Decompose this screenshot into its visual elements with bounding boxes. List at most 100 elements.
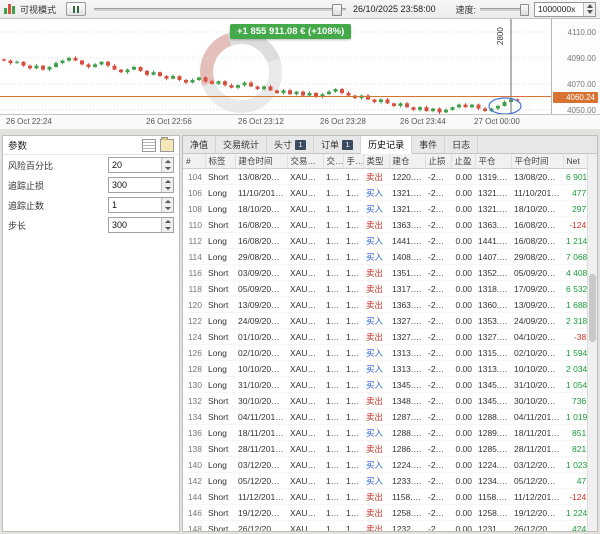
tab-1[interactable]: 交易统计 xyxy=(216,136,268,153)
table-row[interactable]: 116Short03/09/2019 11:20:00XAUUSD10.0010… xyxy=(183,264,597,281)
column-header[interactable]: 交易品种 xyxy=(287,154,324,169)
param-label: 风险百分比 xyxy=(8,160,54,171)
column-header[interactable]: 止盈 xyxy=(451,154,476,169)
table-row[interactable]: 106Long11/10/2019 09:15:00XAUUSD10.0010.… xyxy=(183,184,597,201)
table-row[interactable]: 142Long05/12/2019 13:45:00XAUUSD10.0010.… xyxy=(183,472,597,489)
price-chart-panel[interactable]: +1 855 911.08 € (+108%) 2800 4110.00 4090… xyxy=(0,17,600,129)
param-value[interactable]: 20 xyxy=(109,160,161,170)
param-label: 追踪止数 xyxy=(8,200,45,211)
param-value[interactable]: 1 xyxy=(109,200,161,210)
folder-icon[interactable] xyxy=(160,136,174,152)
table-row[interactable]: 130Long31/10/2019 09:00:00XAUUSD10.0010.… xyxy=(183,376,597,393)
table-row[interactable]: 126Long02/10/2019 14:15:00XAUUSD10.0010.… xyxy=(183,344,597,361)
tab-6[interactable]: 日志 xyxy=(445,136,479,153)
price-axis: 4110.00 4090.00 4070.00 4050.00 4060.24 xyxy=(551,19,600,115)
table-row[interactable]: 144Short11/12/2019 09:05:00XAUUSD10.0010… xyxy=(183,488,597,505)
bar-index-label: 2800 xyxy=(496,27,505,45)
param-label: 追踪止损 xyxy=(8,180,45,191)
price-tick-label: 4070.00 xyxy=(567,79,596,89)
table-row[interactable]: 136Long18/11/2019 09:50:00XAUUSD10.0010.… xyxy=(183,424,597,441)
time-tick-label: 26 Oct 22:24 xyxy=(6,117,52,126)
stepper-down-icon[interactable] xyxy=(162,205,173,212)
table-row[interactable]: 148Short26/12/2019 11:30:00XAUUSD10.0010… xyxy=(183,520,597,531)
param-stepper-1[interactable]: 300 xyxy=(108,177,174,193)
profit-badge: +1 855 911.08 € (+108%) xyxy=(230,24,352,39)
table-row[interactable]: 134Short04/11/2019 11:10:00XAUUSD10.0010… xyxy=(183,408,597,425)
column-header[interactable]: 标签 xyxy=(205,154,236,169)
tab-3[interactable]: 订单 1 xyxy=(314,136,362,153)
column-header[interactable]: 平仓 xyxy=(475,154,512,169)
results-panel: 净值交易统计头寸1订单1历史记录事件 日志 #标签建仓时间交易品种交易量手数类型建… xyxy=(182,135,598,532)
speed-label: 速度: xyxy=(455,4,476,15)
stepper-up-icon[interactable] xyxy=(162,218,173,225)
speed-spinner[interactable]: 1000000x xyxy=(534,1,596,17)
grid-icon[interactable] xyxy=(142,138,156,152)
table-row[interactable]: 114Long29/08/2019 08:00:00XAUUSD10.0010.… xyxy=(183,248,597,265)
table-row[interactable]: 146Short19/12/2019 10:40:00XAUUSD10.0010… xyxy=(183,504,597,521)
table-row[interactable]: 112Long16/08/2019 15:45:00XAUUSD10.0010.… xyxy=(183,232,597,249)
param-stepper-3[interactable]: 300 xyxy=(108,217,174,233)
column-header[interactable]: 交易量 xyxy=(323,154,344,169)
tab-0[interactable]: 净值 xyxy=(183,136,217,153)
stepper-down-icon[interactable] xyxy=(162,185,173,192)
table-row[interactable]: 124Short01/10/2019 12:40:00XAUUSD10.0010… xyxy=(183,328,597,345)
speed-thumb[interactable] xyxy=(520,4,529,16)
table-row[interactable]: 132Short30/10/2019 15:30:00XAUUSD10.0010… xyxy=(183,392,597,409)
workspace: 参数 风险百分比 20 追踪止损 300 追踪止数 1 步长 300 净值 交易统计 头寸 1 订单 1… xyxy=(0,129,600,534)
table-row[interactable]: 138Short28/11/2019 10:20:00XAUUSD10.0010… xyxy=(183,440,597,457)
column-header[interactable]: 平仓时间 xyxy=(511,154,564,169)
price-tick-label: 4110.00 xyxy=(567,27,596,37)
tab-label: 事件 xyxy=(419,140,438,150)
stepper-down-icon[interactable] xyxy=(162,165,173,172)
table-row[interactable]: 120Short13/09/2019 09:30:00XAUUSD10.0010… xyxy=(183,296,597,313)
time-tick-label: 26 Oct 23:12 xyxy=(238,117,284,126)
param-stepper-0[interactable]: 20 xyxy=(108,157,174,173)
visual-mode-label: 可视模式 xyxy=(20,4,57,15)
stepper-down-icon[interactable] xyxy=(162,225,173,232)
param-row: 追踪止数 1 xyxy=(3,195,179,215)
column-header[interactable]: 手数 xyxy=(343,154,364,169)
table-row[interactable]: 122Long24/09/2019 10:00:00XAUUSD10.0010.… xyxy=(183,312,597,329)
scrollbar-thumb[interactable] xyxy=(589,274,596,342)
param-stepper-2[interactable]: 1 xyxy=(108,197,174,213)
tab-label: 净值 xyxy=(190,140,209,150)
table-row[interactable]: 110Short16/08/2019 10:30:00XAUUSD10.0010… xyxy=(183,216,597,233)
tab-label: 头寸 xyxy=(274,140,293,150)
table-row[interactable]: 140Long03/12/2019 08:30:00XAUUSD10.0010.… xyxy=(183,456,597,473)
speed-slider[interactable] xyxy=(480,3,529,16)
column-header[interactable]: 建仓 xyxy=(389,154,426,169)
vertical-scrollbar[interactable] xyxy=(587,154,597,531)
param-value[interactable]: 300 xyxy=(109,220,161,230)
progress-slider[interactable] xyxy=(94,3,347,16)
tab-4[interactable]: 历史记录 xyxy=(361,136,413,154)
tab-label: 订单 xyxy=(321,140,340,150)
column-header[interactable]: 类型 xyxy=(363,154,390,169)
column-header[interactable]: 建仓时间 xyxy=(235,154,288,169)
table-row[interactable]: 108Long18/10/2019 14:00:00XAUUSD10.0010.… xyxy=(183,200,597,217)
time-tick-label: 26 Oct 22:56 xyxy=(146,117,192,126)
spin-down-icon[interactable] xyxy=(584,9,595,16)
tab-label: 日志 xyxy=(452,140,471,150)
progress-groove xyxy=(94,8,347,11)
stepper-up-icon[interactable] xyxy=(162,158,173,165)
param-label: 步长 xyxy=(8,220,27,231)
table-row[interactable]: 118Short05/09/2019 16:10:00XAUUSD10.0010… xyxy=(183,280,597,297)
param-value[interactable]: 300 xyxy=(109,180,161,190)
progress-thumb[interactable] xyxy=(332,4,343,16)
time-tick-label: 26 Oct 23:28 xyxy=(320,117,366,126)
parameters-panel: 参数 风险百分比 20 追踪止损 300 追踪止数 1 步长 300 xyxy=(2,135,180,532)
stepper-up-icon[interactable] xyxy=(162,178,173,185)
stepper-up-icon[interactable] xyxy=(162,198,173,205)
param-row: 步长 300 xyxy=(3,215,179,235)
strategy-tester-window: 可视模式 26/10/2025 23:58:00 速度: 1000000x +1… xyxy=(0,0,600,533)
column-header[interactable]: # xyxy=(183,154,206,169)
column-header[interactable]: 止损 xyxy=(425,154,452,169)
tab-2[interactable]: 头寸 1 xyxy=(267,136,315,153)
price-tick-label: 4090.00 xyxy=(567,53,596,63)
table-row[interactable]: 128Long10/10/2019 08:45:00XAUUSD10.0010.… xyxy=(183,360,597,377)
pause-button[interactable] xyxy=(66,2,87,16)
parameters-title: 参数 xyxy=(8,141,28,152)
tab-5[interactable]: 事件 xyxy=(412,136,446,153)
table-row[interactable]: 104Short13/08/2019 16:00:00XAUUSD10.0010… xyxy=(183,168,597,185)
time-axis: 26 Oct 22:24 26 Oct 22:56 26 Oct 23:12 26 O… xyxy=(0,114,600,129)
